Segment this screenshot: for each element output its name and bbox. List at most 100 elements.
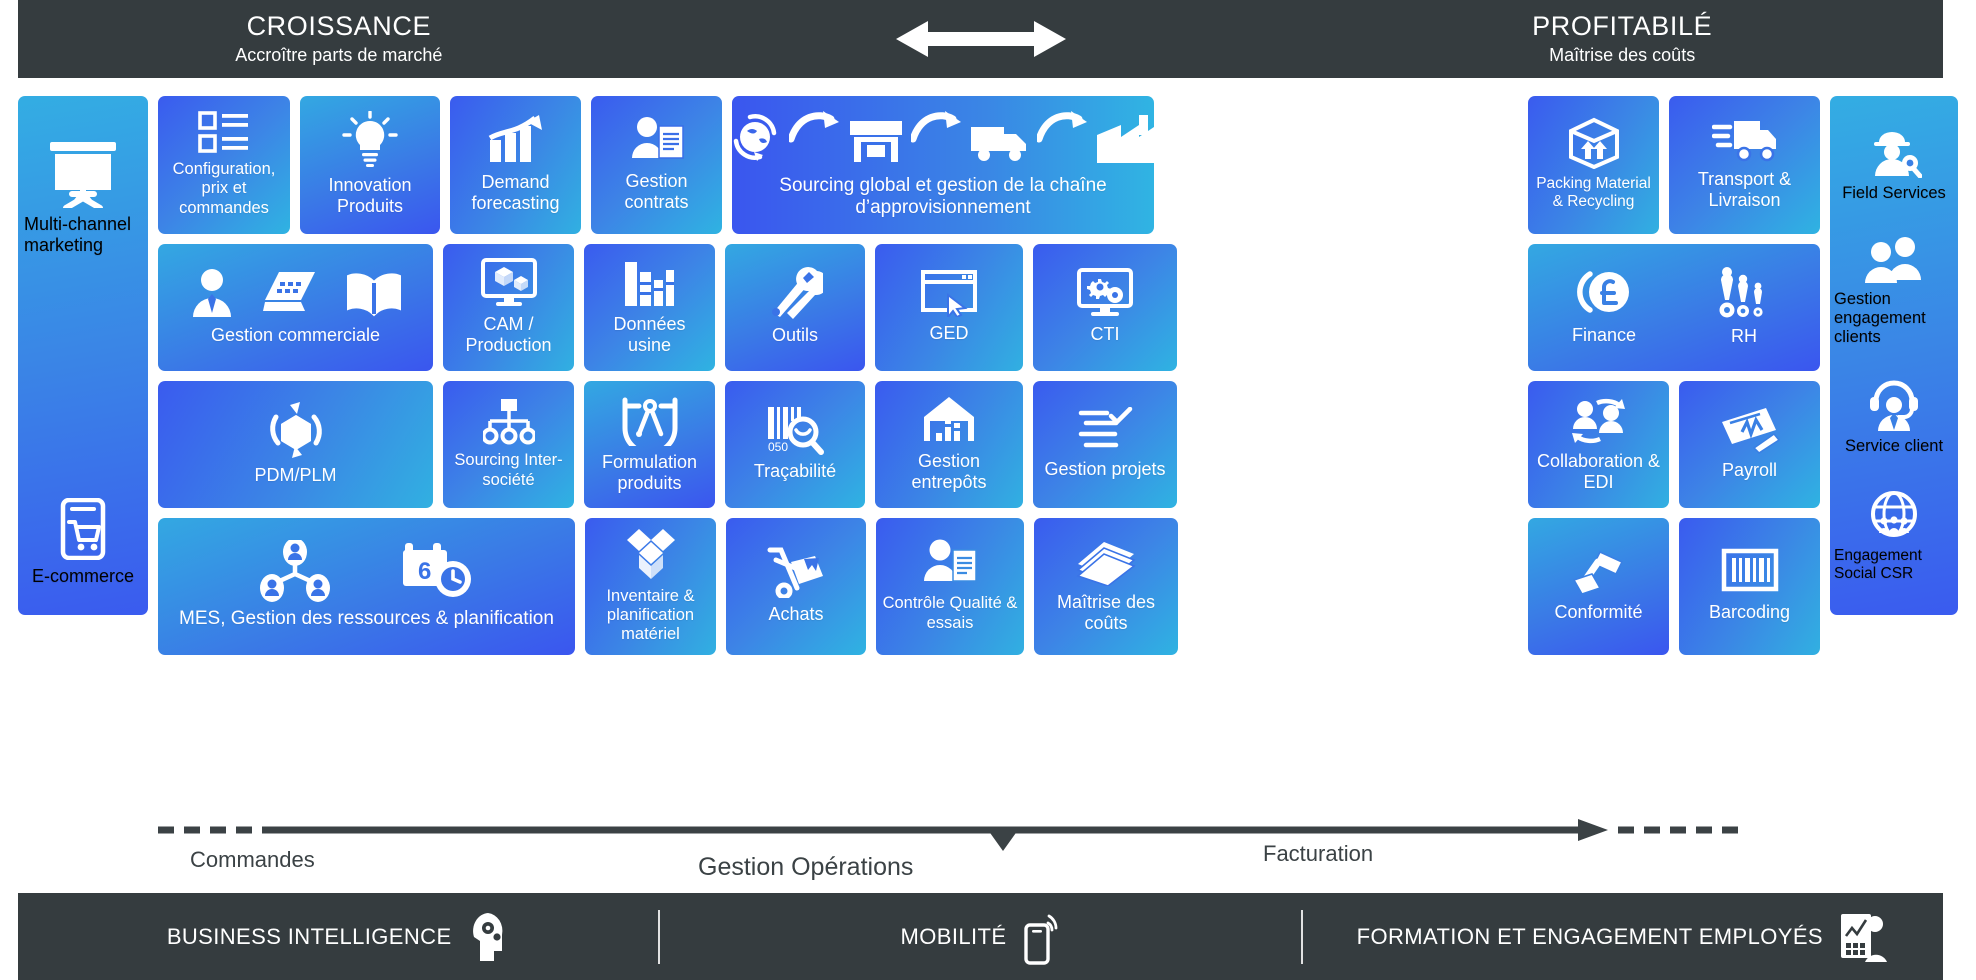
tile-gestion-entrepots[interactable]: Gestion entrepôts <box>875 381 1023 508</box>
sourcing-icon-row <box>727 109 1159 169</box>
tile-configuration-prix-commandes[interactable]: Configuration, prix et commandes <box>158 96 290 234</box>
gestion-commerciale-icon-row <box>189 267 403 319</box>
tile-label: Innovation Produits <box>328 175 412 216</box>
tile-row-4: 6 MES, Gestion des ressources & planific… <box>158 518 1518 655</box>
tile-label: Données usine <box>613 313 686 355</box>
tile-label: Packing Material & Recycling <box>1536 175 1651 210</box>
tile-row-2: Gestion commerciale CAM / Production Don… <box>158 244 1518 371</box>
tile-service-client[interactable]: Service client <box>1845 379 1943 456</box>
tile-label: Sourcing Inter-société <box>454 451 563 489</box>
tile-cti[interactable]: CTI <box>1033 244 1177 371</box>
tile-label: Sourcing global et gestion de la chaîne … <box>779 174 1107 218</box>
tile-controle-qualite[interactable]: Contrôle Qualité & essais <box>876 518 1024 655</box>
footer-segment-business-intelligence[interactable]: BUSINESS INTELLIGENCE <box>18 911 658 963</box>
tile-gestion-contrats[interactable]: Gestion contrats <box>591 96 722 234</box>
tile-cam-production[interactable]: CAM / Production <box>443 244 574 371</box>
tile-row-3: PDM/PLM Sourcing Inter-société Formulati… <box>158 381 1518 508</box>
footer-label: MOBILITÉ <box>900 923 1007 949</box>
header-right-subtitle: Maîtrise des coûts <box>1549 44 1696 65</box>
tile-gestion-projets[interactable]: Gestion projets <box>1033 381 1177 508</box>
tile-outils[interactable]: Outils <box>725 244 865 371</box>
tile-label: Outils <box>771 325 818 346</box>
tile-label: Gestion contrats <box>624 171 689 212</box>
cheque-pen-icon <box>1721 408 1780 455</box>
tile-grid: Multi-channel marketing E-commerce Confi… <box>18 96 1958 655</box>
tile-label: Gestion entrepôts <box>911 450 987 492</box>
footer-segment-mobilite[interactable]: MOBILITÉ <box>660 909 1300 965</box>
hand-truck-icon <box>767 547 823 599</box>
tile-label: Gestion commerciale <box>210 325 381 346</box>
tile-maitrise-des-couts[interactable]: Maîtrise des coûts <box>1034 518 1178 655</box>
tile-finance-rh[interactable]: Finance RH <box>1528 244 1820 371</box>
footer-segment-formation[interactable]: FORMATION ET ENGAGEMENT EMPLOYÉS <box>1303 910 1943 964</box>
footer-label: FORMATION ET ENGAGEMENT EMPLOYÉS <box>1356 923 1823 949</box>
compass-icon <box>622 397 677 446</box>
store-icon <box>850 120 902 162</box>
delivery-truck-icon <box>1711 121 1776 162</box>
tile-gestion-engagement-clients[interactable]: Gestion engagement clients <box>1834 236 1954 347</box>
package-recycle-icon <box>1568 117 1619 170</box>
tile-label: GED <box>929 323 969 344</box>
tile-label: Multi-channel marketing <box>24 214 132 255</box>
tile-conformite[interactable]: Conformité <box>1528 518 1669 655</box>
tile-label: Conformité <box>1554 602 1643 623</box>
tile-pdm-plm[interactable]: PDM/PLM <box>158 381 433 508</box>
tile-label: Maîtrise des coûts <box>1056 591 1156 633</box>
checklist-icon <box>198 111 248 154</box>
headset-agent-icon <box>1870 380 1918 432</box>
footer-divider-2 <box>1300 909 1303 964</box>
svg-text:6: 6 <box>418 558 431 585</box>
footer-label: BUSINESS INTELLIGENCE <box>166 923 452 949</box>
tile-field-services[interactable]: Field Services <box>1842 128 1946 203</box>
tile-tracabilite[interactable]: 050 Traçabilité <box>725 381 865 508</box>
laptop-icon <box>262 272 315 312</box>
tile-engagement-social-csr[interactable]: Engagement Social CSR <box>1834 489 1954 583</box>
tile-barcoding[interactable]: Barcoding <box>1679 518 1820 655</box>
tile-label: MES, Gestion des ressources & planificat… <box>179 608 554 630</box>
tile-packing-material-recycling[interactable]: Packing Material & Recycling <box>1528 96 1659 234</box>
globe-people-icon <box>1871 490 1917 537</box>
tile-gestion-commerciale[interactable]: Gestion commerciale <box>158 244 433 371</box>
person-checklist-icon <box>924 539 977 583</box>
tile-innovation-produits[interactable]: Innovation Produits <box>300 96 440 234</box>
process-label-end: Facturation <box>1263 841 1374 866</box>
presentation-screen-icon <box>50 142 116 208</box>
tile-sourcing-inter-societe[interactable]: Sourcing Inter-société <box>443 381 574 508</box>
tile-mes-gestion-ressources[interactable]: 6 MES, Gestion des ressources & planific… <box>158 518 575 655</box>
tile-collaboration-edi[interactable]: Collaboration & EDI <box>1528 381 1669 508</box>
tile-ecommerce[interactable]: E-commerce <box>32 498 134 587</box>
task-list-icon <box>1078 407 1133 448</box>
tile-label: Field Services <box>1842 184 1946 203</box>
arrow-curve-icon <box>1037 110 1087 143</box>
mobile-signal-icon <box>1024 914 1058 965</box>
tile-rh[interactable]: RH <box>1674 252 1814 361</box>
header-left-title: CROISSANCE <box>246 11 432 42</box>
tile-payroll[interactable]: Payroll <box>1679 381 1820 508</box>
tile-label: CAM / Production <box>465 313 552 355</box>
tile-achats[interactable]: Achats <box>726 518 866 655</box>
tile-label: Achats <box>768 604 824 625</box>
sidebar-left-column: Multi-channel marketing E-commerce <box>18 96 148 615</box>
tile-label: Gestion engagement clients <box>1834 289 1926 346</box>
tile-transport-livraison[interactable]: Transport & Livraison <box>1669 96 1820 234</box>
lightbulb-icon <box>342 111 398 168</box>
tile-ged[interactable]: GED <box>875 244 1023 371</box>
tile-inventaire-planification[interactable]: Inventaire & planification matériel <box>585 518 716 655</box>
process-arrow: Commandes Gestion Opérations Facturation <box>18 815 1958 893</box>
tile-label: Transport & Livraison <box>1697 169 1792 210</box>
tile-donnees-usine[interactable]: Données usine <box>584 244 715 371</box>
tile-multi-channel-marketing[interactable]: Multi-channel marketing <box>24 138 142 256</box>
tile-label: PDM/PLM <box>254 465 337 486</box>
barcode-search-icon: 050 <box>768 407 824 456</box>
barcode-icon <box>1721 548 1778 592</box>
tile-finance[interactable]: Finance <box>1534 252 1674 361</box>
window-cursor-icon <box>921 270 977 318</box>
tile-formulation-produits[interactable]: Formulation produits <box>584 381 715 508</box>
process-label-start: Commandes <box>190 847 315 872</box>
tile-label: E-commerce <box>31 566 134 587</box>
tile-row-1: Configuration, prix et commandes Innovat… <box>158 96 1518 234</box>
arrow-curve-icon <box>911 110 961 143</box>
arrow-curve-icon <box>789 110 839 143</box>
tile-sourcing-global[interactable]: Sourcing global et gestion de la chaîne … <box>732 96 1157 234</box>
tile-demand-forecasting[interactable]: Demand forecasting <box>450 96 581 234</box>
